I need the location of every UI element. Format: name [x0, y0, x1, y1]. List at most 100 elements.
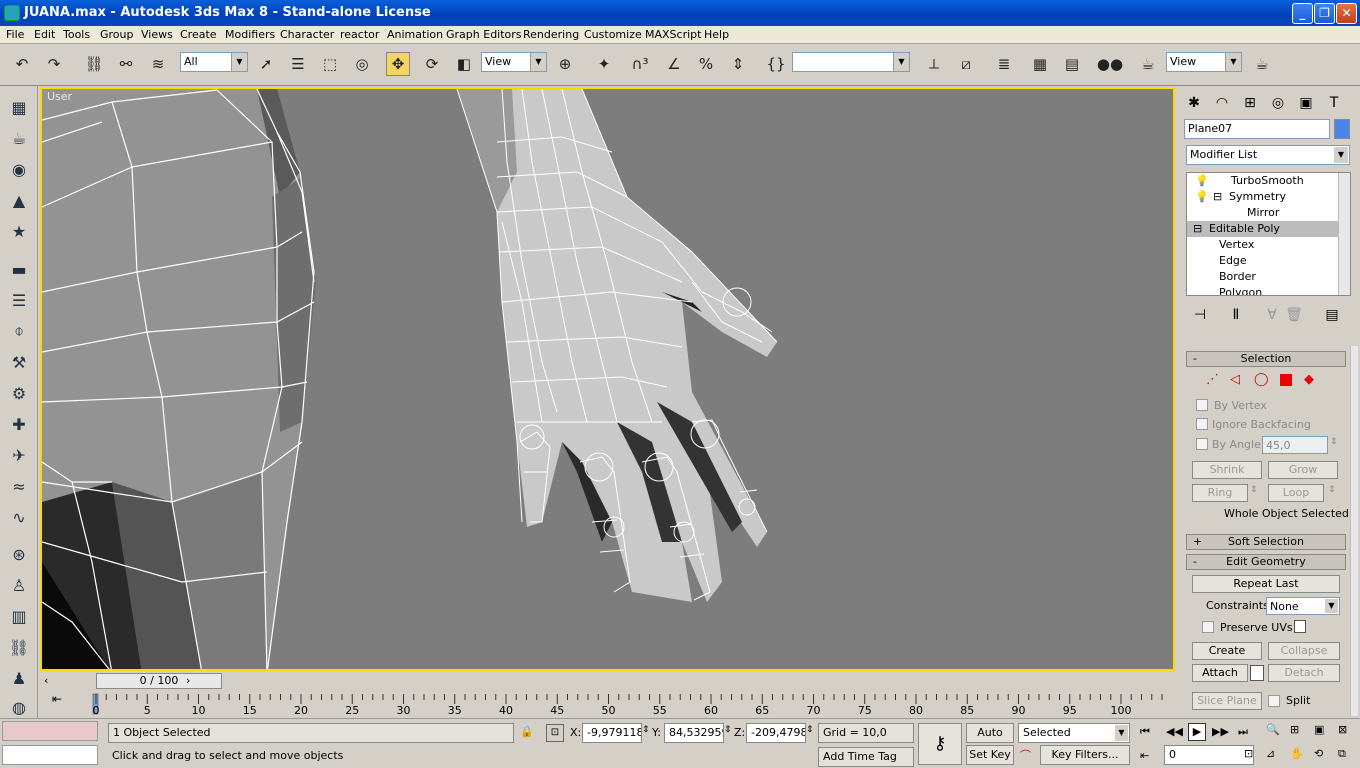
pan-icon[interactable]: ✋	[1290, 747, 1304, 760]
configure-sets-icon[interactable]: ▤	[1320, 304, 1344, 326]
menu-tools[interactable]: Tools	[63, 28, 90, 41]
move-icon[interactable]: ✥	[386, 52, 410, 76]
cone-icon[interactable]: ▲	[6, 187, 32, 213]
viewport-label[interactable]: User	[47, 90, 72, 103]
angle-spinner[interactable]: 45,0	[1262, 436, 1328, 454]
grow-button[interactable]: Grow	[1268, 461, 1338, 479]
display-tab-icon[interactable]: ▣	[1294, 92, 1318, 114]
menu-customize[interactable]: Customize	[584, 28, 642, 41]
by-vertex-checkbox[interactable]	[1196, 399, 1208, 411]
collapse-icon[interactable]: ⊟	[1193, 221, 1202, 237]
stack-item-mirror[interactable]: Mirror	[1187, 205, 1350, 221]
track-bar[interactable]: ⇤ 0 5 10 15 20 25 30 35 40 45 50 55 60 65 70 75 80 85 90 95…	[40, 690, 1175, 718]
absolute-mode-icon[interactable]: ⊡	[546, 724, 564, 742]
stack-item-border[interactable]: Border	[1187, 269, 1350, 285]
undo-icon[interactable]: ↶	[10, 52, 34, 76]
key-mode-dropdown[interactable]: Selected ▼	[1018, 723, 1130, 743]
stack-item-editable-poly[interactable]: ⊟ Editable Poly	[1187, 221, 1350, 237]
loop-spinner-icon[interactable]: ⇕	[1328, 485, 1336, 495]
attach-list-icon[interactable]	[1250, 665, 1264, 681]
border-mode-icon[interactable]: ◯	[1254, 372, 1269, 387]
spinner-snap-icon[interactable]: ⇕	[726, 52, 750, 76]
unlink-icon[interactable]: ⚯	[114, 52, 138, 76]
window-crossing-icon[interactable]: ◎	[350, 52, 374, 76]
panel-scrollbar[interactable]	[1350, 346, 1358, 716]
figure-icon[interactable]: ♟	[6, 665, 32, 691]
edit-geometry-rollout-header[interactable]: - Edit Geometry	[1186, 554, 1346, 570]
menu-create[interactable]: Create	[180, 28, 217, 41]
menu-character[interactable]: Character	[280, 28, 334, 41]
menu-modifiers[interactable]: Modifiers	[225, 28, 275, 41]
stack-scrollbar[interactable]	[1338, 173, 1350, 295]
quick-render-icon[interactable]: ☕	[1250, 52, 1274, 76]
mirror-icon[interactable]: ⟂	[922, 52, 946, 76]
maximize-viewport-icon[interactable]: ⧉	[1338, 747, 1346, 761]
utilities-tab-icon[interactable]: T	[1322, 92, 1346, 114]
helper-icon[interactable]: ✈	[6, 442, 32, 468]
ring-button[interactable]: Ring	[1192, 484, 1248, 502]
z-spinner-icon[interactable]: ⇕	[806, 725, 814, 735]
viewport-user[interactable]: User	[40, 87, 1175, 671]
shapes-icon[interactable]: ▬	[6, 256, 32, 282]
select-by-name-icon[interactable]: ☰	[286, 52, 310, 76]
menu-views[interactable]: Views	[141, 28, 173, 41]
select-manipulate-icon[interactable]: ✦	[592, 52, 616, 76]
by-angle-checkbox[interactable]	[1196, 438, 1208, 450]
pin-stack-icon[interactable]: ⊣	[1188, 304, 1212, 326]
wave-icon[interactable]: ≈	[6, 473, 32, 499]
current-frame-field[interactable]: 0	[1164, 745, 1254, 765]
maxscript-listener[interactable]	[2, 721, 98, 741]
menu-reactor[interactable]: reactor	[340, 28, 379, 41]
lightbulb-icon[interactable]: 💡	[1195, 189, 1209, 205]
ring-spinner-icon[interactable]: ⇕	[1250, 485, 1258, 495]
hierarchy-tab-icon[interactable]: ⊞	[1238, 92, 1262, 114]
attach-button[interactable]: Attach	[1192, 664, 1248, 682]
menu-rendering[interactable]: Rendering	[523, 28, 579, 41]
modifier-list-dropdown[interactable]: Modifier List ▼	[1186, 145, 1350, 165]
schematic-view-icon[interactable]: ▤	[1060, 52, 1084, 76]
preserve-uvs-checkbox[interactable]	[1202, 621, 1214, 633]
named-selection-dropdown[interactable]: ▼	[792, 52, 910, 72]
select-object-icon[interactable]: ➚	[254, 52, 278, 76]
snap-toggle-icon[interactable]: ∩³	[628, 52, 652, 76]
create-tab-icon[interactable]: ✱	[1182, 92, 1206, 114]
chain-icon[interactable]: ⛓	[6, 634, 32, 660]
key-icon[interactable]: ⚷	[918, 723, 962, 765]
zoom-all-icon[interactable]: ⊞	[1290, 723, 1299, 736]
stack-item-turbosmooth[interactable]: 💡 TurboSmooth	[1187, 173, 1350, 189]
auto-key-button[interactable]: Auto Key	[966, 723, 1014, 757]
zoom-extents-icon[interactable]: ▣	[1314, 723, 1324, 736]
bind-spacewarp-icon[interactable]: ≋	[146, 52, 170, 76]
next-frame-button-icon[interactable]: ▶▶	[1212, 725, 1229, 738]
motion-tab-icon[interactable]: ◎	[1266, 92, 1290, 114]
previous-frame-icon[interactable]: ◀◀	[1166, 725, 1183, 738]
go-to-end-icon[interactable]: ⏭	[1238, 725, 1248, 739]
vertex-mode-icon[interactable]: ⋰	[1206, 372, 1219, 387]
create-button[interactable]: Create	[1192, 642, 1262, 660]
angle-snap-icon[interactable]: ∠	[662, 52, 686, 76]
key-mode-toggle-icon[interactable]: ⇤	[1140, 749, 1149, 762]
zoom-icon[interactable]: 🔍	[1266, 723, 1280, 736]
object-color-swatch[interactable]	[1334, 119, 1350, 139]
tube-icon[interactable]: ⌽	[6, 318, 32, 344]
make-unique-icon[interactable]: ∀	[1260, 304, 1284, 326]
tangent-icon[interactable]: ⌒	[1020, 747, 1031, 763]
box-icon[interactable]: ▦	[6, 94, 32, 120]
key-filters-button[interactable]: Key Filters...	[1040, 745, 1130, 765]
menu-animation[interactable]: Animation	[387, 28, 443, 41]
menu-help[interactable]: Help	[704, 28, 729, 41]
add-time-tag[interactable]: Add Time Tag	[818, 747, 914, 767]
select-link-icon[interactable]: ⛓	[82, 52, 106, 76]
menu-group[interactable]: Group	[100, 28, 134, 41]
align-icon[interactable]: ⧄	[954, 52, 978, 76]
stack-item-edge[interactable]: Edge	[1187, 253, 1350, 269]
go-to-start-icon[interactable]: ⏮	[1140, 725, 1150, 739]
spinner-arrows-icon[interactable]: ⇕	[1330, 437, 1338, 447]
restore-button[interactable]: ❐	[1314, 3, 1335, 24]
set-key-button[interactable]: Set Key	[966, 745, 1014, 765]
gear-icon[interactable]: ⚙	[6, 380, 32, 406]
biped-icon[interactable]: ♙	[6, 572, 32, 598]
zoom-extents-all-icon[interactable]: ⊠	[1338, 723, 1347, 736]
loop-button[interactable]: Loop	[1268, 484, 1324, 502]
shrink-button[interactable]: Shrink	[1192, 461, 1262, 479]
